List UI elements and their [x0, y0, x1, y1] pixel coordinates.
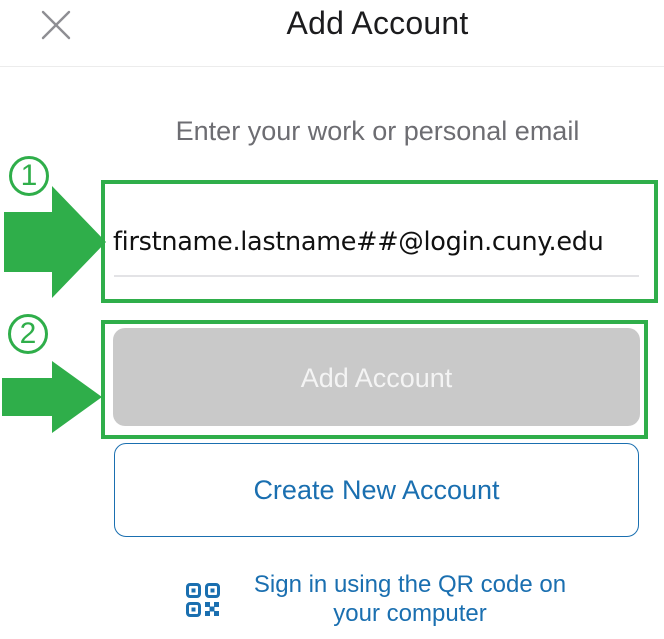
- step-2-badge: 2: [8, 314, 48, 354]
- qr-signin-line-1: Sign in using the QR code on: [253, 571, 567, 598]
- step-2-highlight-box: [101, 320, 648, 439]
- step-1-badge: 1: [9, 156, 49, 196]
- page-title: Add Account: [286, 5, 469, 41]
- qr-signin-text: Sign in using the QR code on your comput…: [230, 570, 590, 628]
- add-account-screen: Add Account Enter your work or personal …: [0, 0, 664, 639]
- qr-signin-link[interactable]: Sign in using the QR code on your comput…: [183, 569, 603, 631]
- qr-signin-line-2: your computer: [333, 600, 487, 627]
- header-bar: Add Account: [0, 0, 664, 67]
- step-1-highlight-box: [101, 180, 658, 303]
- step-2-arrow-icon: [2, 361, 102, 433]
- step-1-arrow-icon: [4, 186, 106, 298]
- qr-code-icon: [186, 583, 220, 617]
- email-prompt: Enter your work or personal email: [175, 116, 580, 146]
- create-new-account-button[interactable]: Create New Account: [114, 443, 639, 537]
